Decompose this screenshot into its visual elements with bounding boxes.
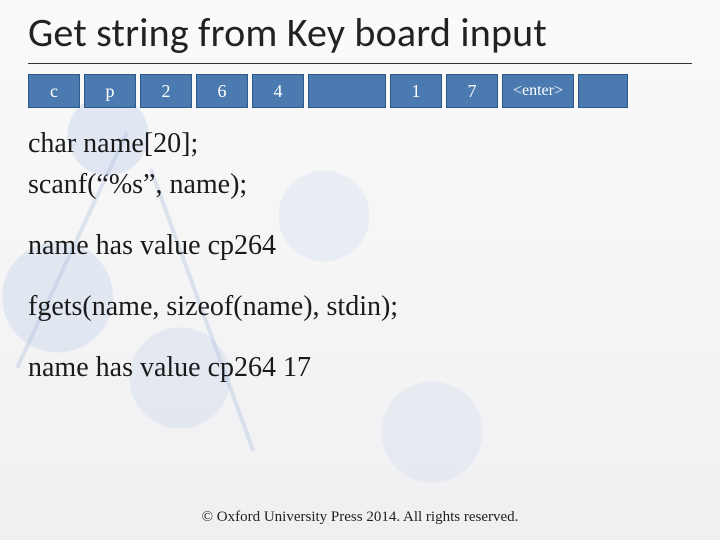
code-line-fgets: fgets(name, sizeof(name), stdin); bbox=[28, 289, 692, 324]
code-block-1: char name[20]; scanf(“%s”, name); bbox=[28, 126, 692, 202]
slide: Get string from Key board input c p 2 6 … bbox=[0, 0, 720, 540]
key-cell-p: p bbox=[84, 74, 136, 108]
code-line-decl: char name[20]; bbox=[28, 126, 692, 161]
slide-title: Get string from Key board input bbox=[28, 6, 692, 64]
key-cell-c: c bbox=[28, 74, 80, 108]
copyright-footer: © Oxford University Press 2014. All righ… bbox=[0, 509, 720, 526]
text-result-2: name has value cp264 17 bbox=[28, 350, 692, 385]
key-cell-space bbox=[308, 74, 386, 108]
result-1: name has value cp264 bbox=[28, 228, 692, 263]
code-block-2: fgets(name, sizeof(name), stdin); bbox=[28, 289, 692, 324]
key-cell-6: 6 bbox=[196, 74, 248, 108]
key-cell-trailing bbox=[578, 74, 628, 108]
keystroke-row: c p 2 6 4 1 7 <enter> bbox=[28, 74, 692, 108]
key-cell-7: 7 bbox=[446, 74, 498, 108]
slide-body: char name[20]; scanf(“%s”, name); name h… bbox=[28, 126, 692, 385]
key-cell-1: 1 bbox=[390, 74, 442, 108]
text-result-1: name has value cp264 bbox=[28, 228, 692, 263]
key-cell-4: 4 bbox=[252, 74, 304, 108]
key-cell-2: 2 bbox=[140, 74, 192, 108]
result-2: name has value cp264 17 bbox=[28, 350, 692, 385]
code-line-scanf: scanf(“%s”, name); bbox=[28, 167, 692, 202]
key-cell-enter: <enter> bbox=[502, 74, 574, 108]
